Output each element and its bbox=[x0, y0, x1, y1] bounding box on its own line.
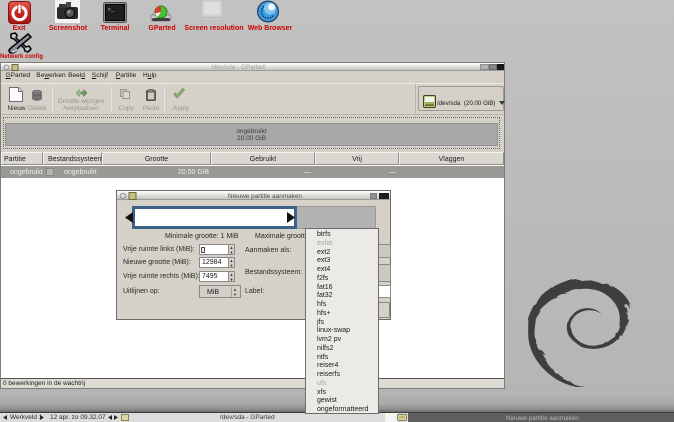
svg-text:>_: >_ bbox=[108, 6, 115, 13]
